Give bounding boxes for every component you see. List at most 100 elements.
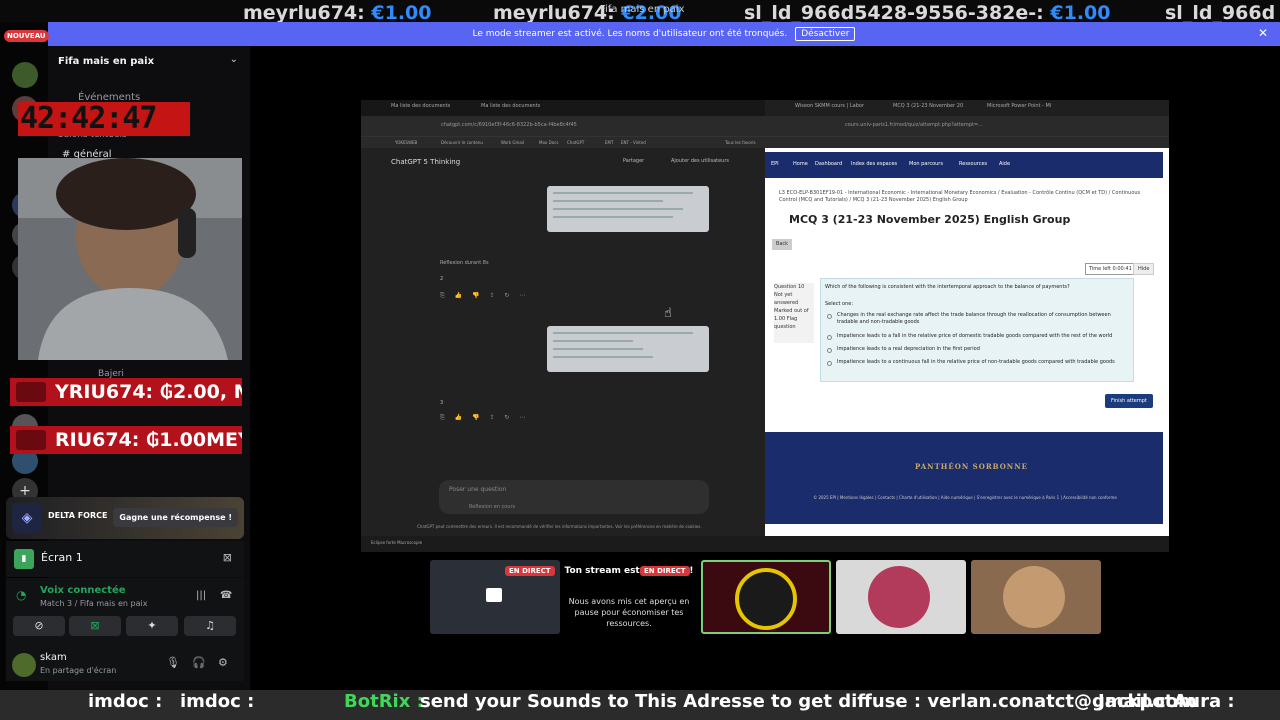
answer-option[interactable]: Changes in the real exchange rate affect…: [837, 312, 1132, 326]
monitor-icon: [486, 588, 502, 602]
bookmark[interactable]: EMT: [605, 140, 613, 145]
url[interactable]: cours.univ-paris1.fr/mod/quiz/attempt.ph…: [845, 122, 983, 128]
voice-channel[interactable]: Match 3 / Fifa mais en paix: [40, 599, 147, 608]
answer-option[interactable]: Impatience leads to a real depreciation …: [837, 346, 1132, 353]
banner-text: Le mode streamer est activé. Les noms d'…: [472, 29, 788, 39]
radio-button[interactable]: [827, 361, 832, 366]
disable-button[interactable]: Désactiver: [795, 27, 856, 41]
footer-links[interactable]: © 2025 EPI | Mentions légales | Contacts…: [775, 494, 1155, 501]
nav-parcours[interactable]: Mon parcours: [909, 161, 943, 167]
soundboard-button[interactable]: ♫: [184, 616, 236, 636]
message-actions[interactable]: ⎘ 👍 👎 ⇪ ↻ ⋯: [440, 414, 529, 422]
model-selector[interactable]: ChatGPT 5 Thinking: [391, 158, 460, 166]
user-message-image: [547, 186, 709, 232]
browser-tab[interactable]: Ma liste des documents: [391, 103, 450, 109]
bookmark[interactable]: ENT - Vinted: [621, 140, 646, 145]
server-icon[interactable]: [12, 62, 38, 88]
webcam-person-image: [18, 158, 242, 360]
activity-button[interactable]: ✦: [126, 616, 178, 636]
bookmark[interactable]: Moo Docs: [539, 140, 558, 145]
prompt-placeholder: Poser une question: [449, 486, 507, 493]
microphone-icon[interactable]: 🎙: [166, 656, 180, 669]
browser-tabs: Ma liste des documents Ma liste des docu…: [361, 100, 765, 116]
chatgpt-window: Ma liste des documents Ma liste des docu…: [361, 100, 765, 536]
chevron-down-icon[interactable]: ⌄: [230, 54, 238, 65]
bookmark[interactable]: Tous les favoris: [725, 140, 756, 145]
screen-icon: ▮: [14, 549, 34, 569]
add-users-button[interactable]: Ajouter des utilisateurs: [671, 158, 729, 164]
participant-tile[interactable]: [971, 560, 1101, 634]
browser-tab[interactable]: Microsoft Power Point - Ml: [987, 103, 1051, 109]
shared-screen[interactable]: Ma liste des documents Ma liste des docu…: [361, 100, 1169, 536]
prompt-input[interactable]: Poser une question Réflexion en cours: [439, 480, 709, 514]
alert-icon: [16, 430, 46, 450]
reflection-label[interactable]: Réflexion durant 8s: [440, 260, 489, 266]
browser-tabs: Wiseon SKMM cours | Labor MCQ 3 (21-23 N…: [765, 100, 1169, 116]
bookmark[interactable]: Work Gmail: [501, 140, 524, 145]
breadcrumb[interactable]: L3 ECO-ELP-B301EF19-01 - International E…: [779, 190, 1149, 204]
question-box: Which of the following is consistent wit…: [820, 278, 1134, 382]
answer-option[interactable]: Impatience leads to a continuous fall in…: [837, 359, 1132, 366]
nav-home[interactable]: Home: [793, 161, 808, 167]
bookmark[interactable]: ChatGPT: [567, 140, 584, 145]
screen-share-button[interactable]: ⊠: [69, 616, 121, 636]
message-actions[interactable]: ⎘ 👍 👎 ⇪ ↻ ⋯: [440, 292, 529, 300]
headphones-icon[interactable]: 🎧: [192, 656, 206, 669]
browser-tab[interactable]: Ma liste des documents: [481, 103, 540, 109]
username: skam: [40, 652, 67, 663]
moodle-window: Wiseon SKMM cours | Labor MCQ 3 (21-23 N…: [765, 100, 1169, 536]
screen-label[interactable]: Écran 1: [41, 551, 83, 564]
browser-tab[interactable]: MCQ 3 (21-23 November 20: [893, 103, 963, 109]
back-button[interactable]: Back: [772, 239, 792, 250]
server-name[interactable]: Fifa mais en paix: [58, 56, 154, 67]
nav-help[interactable]: Aide: [999, 161, 1010, 167]
radio-button[interactable]: [827, 335, 832, 340]
browser-tab[interactable]: Wiseon SKMM cours | Labor: [795, 103, 864, 109]
signal-icon[interactable]: ◔: [16, 588, 26, 602]
radio-button[interactable]: [827, 314, 832, 319]
answer-option[interactable]: Impatience leads to a fall in the relati…: [837, 333, 1132, 340]
thinking-mode[interactable]: Réflexion en cours: [469, 504, 515, 510]
avatar: [1003, 566, 1065, 628]
reward-button[interactable]: Gagne une récompense !: [113, 508, 238, 527]
screen-share-panel: ▮ Écran 1 ⊠: [6, 541, 244, 577]
avatar[interactable]: [12, 653, 36, 677]
delta-force-logo: ◈: [12, 503, 42, 533]
share-button[interactable]: Partager: [623, 158, 644, 164]
gear-icon[interactable]: ⚙: [218, 656, 228, 669]
webcam-overlay: [18, 158, 242, 360]
nav-index[interactable]: Index des espaces: [851, 161, 897, 167]
nav-logo[interactable]: EPI: [771, 161, 779, 167]
bottom-ticker: imdoc : imdoc : BotRix : send your Sound…: [0, 690, 1280, 720]
radio-button[interactable]: [827, 348, 832, 353]
bookmark[interactable]: Découvrir le contenu: [441, 140, 483, 145]
camera-off-button[interactable]: ⊘: [13, 616, 65, 636]
ticker-item: imdoc :: [180, 691, 255, 712]
select-one-label: Select one:: [825, 301, 854, 307]
disconnect-icon[interactable]: ☎: [220, 590, 232, 601]
bookmark[interactable]: YOKESWEB: [395, 140, 417, 145]
noise-suppression-icon[interactable]: |||: [196, 590, 206, 601]
nav-dashboard[interactable]: Dashboard: [815, 161, 842, 167]
user-panel: skam En partage d'écran 🎙 🎧 ⚙: [6, 647, 244, 681]
promo-card: ◈ DELTA FORCE Gagne une récompense !: [6, 497, 244, 539]
ticker-item: send your Sounds to This Adresse to get …: [420, 691, 1197, 712]
url[interactable]: chatgpt.com/c/6910ef3f-46c6-8322b-b5ca-f…: [441, 122, 577, 128]
member-name[interactable]: Bajeri: [98, 369, 124, 379]
address-bar: chatgpt.com/c/6910ef3f-46c6-8322b-b5ca-f…: [361, 116, 765, 136]
taskbar-item[interactable]: Eclipse forte Macroscopie: [371, 540, 422, 545]
donation-alert: YRIU674: ₲2.00, ME: [10, 378, 242, 406]
promo-title: DELTA FORCE: [48, 511, 108, 520]
university-logo: PANTHÉON SORBONNE: [915, 462, 1028, 471]
new-badge: NOUVEAU: [4, 30, 49, 42]
shared-taskbar: Eclipse forte Macroscopie: [361, 536, 1169, 552]
finish-attempt-button[interactable]: Finish attempt: [1105, 394, 1153, 408]
participant-tile[interactable]: [701, 560, 831, 634]
close-icon[interactable]: ✕: [1258, 26, 1268, 40]
assistant-answer: 3: [440, 400, 444, 406]
stop-share-icon[interactable]: ⊠: [223, 551, 232, 564]
hide-timer-button[interactable]: Hide: [1133, 263, 1155, 275]
bookmarks-bar: YOKESWEB Découvrir le contenu Work Gmail…: [361, 136, 765, 148]
nav-resources[interactable]: Ressources: [959, 161, 987, 167]
participant-tile[interactable]: [836, 560, 966, 634]
